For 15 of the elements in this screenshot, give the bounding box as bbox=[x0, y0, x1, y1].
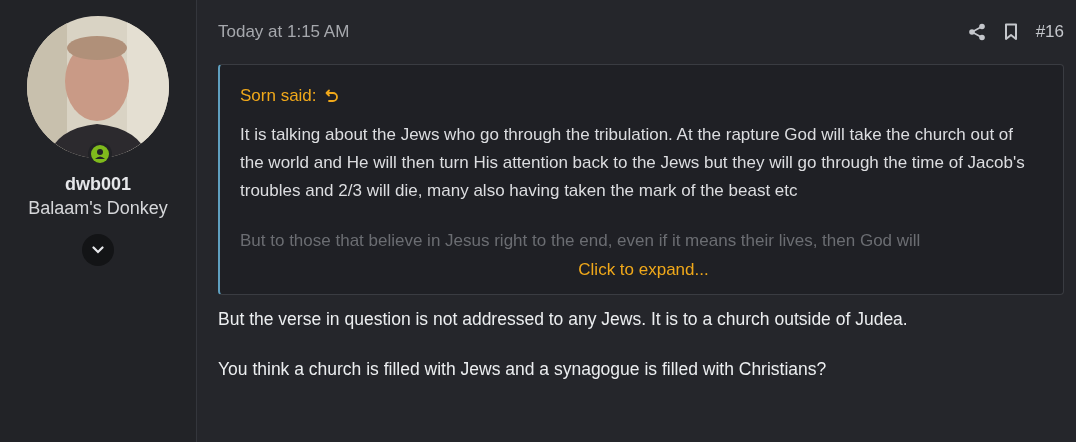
post-time[interactable]: Today at 1:15 AM bbox=[218, 19, 350, 45]
username[interactable]: dwb001 bbox=[65, 172, 131, 196]
quote-text: But to those that believe in Jesus right to the end, even if it means their lives, then God will bbox=[240, 229, 922, 252]
share-icon[interactable] bbox=[967, 23, 986, 41]
bookmark-icon[interactable] bbox=[1003, 23, 1018, 41]
quote-text: It is talking about the Jews who go through the tribulation. At the rapture God will take the church out of the world and He will then turn His attention back to the Jews but they will go through the time of Jacob's troubles and 2/3 will die, many also having taken the mark of the beast etc bbox=[240, 123, 1026, 202]
post-number[interactable]: #16 bbox=[1035, 19, 1064, 45]
post-text: You think a church is filled with Jews and a synagogue is filled with Christians? bbox=[218, 358, 828, 381]
expand-link[interactable]: Click to expand... bbox=[578, 256, 709, 282]
chevron-down-icon bbox=[92, 246, 104, 254]
post-text: But the verse in question is not addressed to any Jews. It is to a church outside of Judea. bbox=[218, 308, 909, 331]
quote-author[interactable]: Sorn said: bbox=[240, 83, 317, 109]
reply-arrow-icon[interactable] bbox=[324, 88, 339, 103]
user-title: Balaam's Donkey bbox=[28, 197, 168, 220]
expand-button[interactable] bbox=[82, 234, 114, 266]
